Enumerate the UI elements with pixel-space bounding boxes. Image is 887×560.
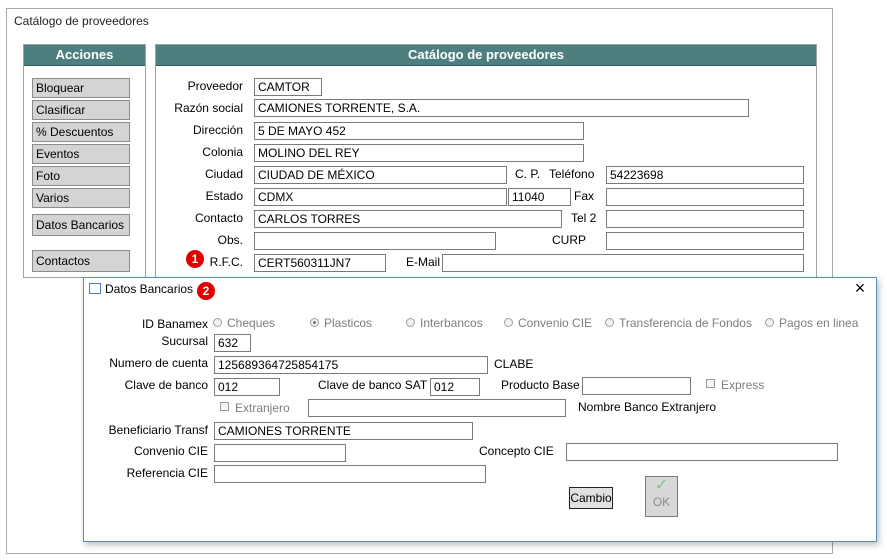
- sidebar-item-datos-bancarios[interactable]: Datos Bancarios: [32, 214, 130, 236]
- radio-plasticos[interactable]: [310, 318, 319, 327]
- dialog-title: Datos Bancarios: [105, 282, 194, 296]
- label-cp: C. P.: [515, 167, 541, 181]
- label-clave-banco: Clave de banco: [124, 378, 208, 392]
- label-tel2: Tel 2: [571, 211, 597, 225]
- curp-field[interactable]: [606, 232, 804, 250]
- convenio-cie-field[interactable]: [214, 444, 346, 462]
- concepto-cie-field[interactable]: [566, 443, 838, 461]
- label-email: E-Mail: [406, 255, 441, 269]
- nombre-banco-ext-field[interactable]: [308, 399, 566, 417]
- label-telefono: Teléfono: [549, 167, 595, 181]
- sidebar-item-foto[interactable]: Foto: [32, 166, 130, 186]
- label-razon-social: Razón social: [174, 101, 243, 115]
- label-colonia: Colonia: [202, 145, 243, 159]
- label-sucursal: Sucursal: [161, 334, 208, 348]
- label-proveedor: Proveedor: [187, 79, 243, 93]
- express-checkbox[interactable]: [706, 379, 715, 388]
- referencia-cie-field[interactable]: [214, 465, 486, 483]
- label-referencia-cie: Referencia CIE: [126, 466, 208, 480]
- clave-banco-sat-field[interactable]: 012: [430, 378, 480, 396]
- label-numero-cuenta: Numero de cuenta: [109, 356, 208, 370]
- close-icon[interactable]: ×: [850, 278, 870, 298]
- label-estado: Estado: [205, 189, 243, 203]
- cp-field[interactable]: 11040: [508, 188, 571, 206]
- label-clabe: CLABE: [494, 357, 534, 371]
- ciudad-field[interactable]: CIUDAD DE MÉXICO: [254, 166, 507, 184]
- extranjero-label: Extranjero: [235, 401, 290, 415]
- colonia-field[interactable]: MOLINO DEL REY: [254, 144, 584, 162]
- window-title: Catálogo de proveedores: [14, 14, 149, 28]
- express-label: Express: [721, 378, 765, 392]
- producto-base-field[interactable]: [582, 377, 691, 395]
- label-direccion: Dirección: [192, 123, 243, 137]
- label-concepto-cie: Concepto CIE: [479, 444, 554, 458]
- telefono-field[interactable]: 54223698: [606, 166, 804, 184]
- label-nombre-banco-ext: Nombre Banco Extranjero: [578, 400, 717, 414]
- radio-plasticos-label: Plasticos: [324, 316, 373, 330]
- obs-field[interactable]: [254, 232, 496, 250]
- email-field[interactable]: [442, 254, 804, 272]
- ok-button[interactable]: ✓ OK: [645, 476, 678, 517]
- extranjero-checkbox[interactable]: [220, 402, 229, 411]
- sidebar-item-eventos[interactable]: Eventos: [32, 144, 130, 164]
- label-beneficiario: Beneficiario Transf: [108, 423, 208, 437]
- fax-field[interactable]: [606, 188, 804, 206]
- radio-cheques-label: Cheques: [227, 316, 276, 330]
- label-id-banamex: ID Banamex: [141, 317, 208, 331]
- label-producto-base: Producto Base: [501, 378, 580, 392]
- clave-banco-field[interactable]: 012: [214, 378, 280, 396]
- catalog-header: Catálogo de proveedores: [156, 45, 816, 66]
- window-icon: [89, 283, 101, 294]
- label-contacto: Contacto: [194, 211, 243, 225]
- label-obs: Obs.: [217, 233, 243, 247]
- sidebar-item-clasificar[interactable]: Clasificar: [32, 100, 130, 120]
- proveedor-field[interactable]: CAMTOR: [254, 78, 322, 96]
- label-rfc: R.F.C.: [209, 255, 243, 269]
- radio-transferencia[interactable]: [605, 318, 614, 327]
- dialog-titlebar: Datos Bancarios 2 ×: [84, 278, 876, 300]
- rfc-field[interactable]: CERT560311JN7: [254, 254, 386, 272]
- radio-transferencia-label: Transferencia de Fondos: [619, 316, 752, 330]
- radio-interbancos[interactable]: [406, 318, 415, 327]
- label-clave-banco-sat: Clave de banco SAT: [318, 378, 428, 392]
- estado-field[interactable]: CDMX: [254, 188, 507, 206]
- numero-cuenta-field[interactable]: 125689364725854175: [214, 356, 488, 374]
- cambio-button[interactable]: Cambio: [569, 487, 613, 509]
- radio-pagos-linea[interactable]: [765, 318, 774, 327]
- label-ciudad: Ciudad: [204, 167, 243, 181]
- radio-pagos-linea-label: Pagos en linea: [779, 316, 859, 330]
- sucursal-field[interactable]: 632: [214, 334, 251, 352]
- direccion-field[interactable]: 5 DE MAYO 452: [254, 122, 584, 140]
- sidebar-item-contactos[interactable]: Contactos: [32, 250, 130, 272]
- beneficiario-field[interactable]: CAMIONES TORRENTE: [214, 422, 473, 440]
- sidebar-item-descuentos[interactable]: % Descuentos: [32, 122, 130, 142]
- label-convenio-cie: Convenio CIE: [133, 444, 208, 458]
- razon-social-field[interactable]: CAMIONES TORRENTE, S.A.: [254, 99, 749, 117]
- contacto-field[interactable]: CARLOS TORRES: [254, 210, 562, 228]
- actions-panel: Acciones Bloquear Clasificar % Descuento…: [23, 44, 146, 278]
- ok-label: OK: [652, 495, 671, 509]
- label-fax: Fax: [574, 189, 595, 203]
- label-curp: CURP: [552, 233, 587, 247]
- radio-cheques[interactable]: [213, 318, 222, 327]
- radio-convenio-cie-label: Convenio CIE: [518, 316, 593, 330]
- annotation-badge-2: 2: [197, 282, 215, 300]
- radio-convenio-cie[interactable]: [504, 318, 513, 327]
- tel2-field[interactable]: [606, 210, 804, 228]
- sidebar-item-varios[interactable]: Varios: [32, 188, 130, 208]
- radio-interbancos-label: Interbancos: [420, 316, 483, 330]
- sidebar-item-bloquear[interactable]: Bloquear: [32, 78, 130, 98]
- actions-header: Acciones: [24, 45, 145, 66]
- check-icon: ✓: [654, 477, 669, 494]
